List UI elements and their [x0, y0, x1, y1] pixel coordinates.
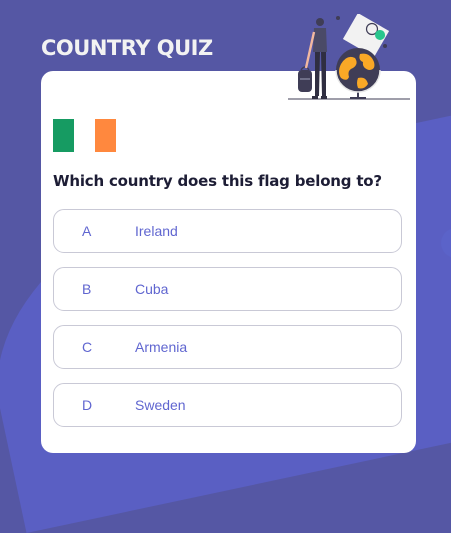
answer-option-b[interactable]: B Cuba	[53, 267, 402, 311]
quiz-title: COUNTRY QUIZ	[41, 36, 213, 60]
answer-letter: C	[82, 339, 93, 355]
person-torso	[313, 28, 327, 52]
answer-letter: D	[82, 397, 93, 413]
answer-text: Cuba	[135, 281, 169, 297]
person-shoe-left	[312, 96, 318, 99]
answer-text: Armenia	[135, 339, 188, 355]
decor-dot	[336, 16, 340, 20]
answer-option-c[interactable]: C Armenia	[53, 325, 402, 369]
person-head	[316, 18, 324, 26]
answer-letter: B	[82, 281, 92, 297]
person-shoe-right	[321, 96, 327, 99]
question-text: Which country does this flag belong to?	[53, 172, 382, 190]
person-leg-left	[315, 52, 320, 96]
answer-option-a[interactable]: A Ireland	[53, 209, 402, 253]
answer-option-d[interactable]: D Sweden	[53, 383, 402, 427]
decor-dot-right	[383, 44, 387, 48]
person-arm	[304, 31, 316, 69]
flag-stripe-green	[53, 119, 74, 152]
answer-letter: A	[82, 223, 92, 239]
backpack-stripe	[300, 78, 310, 80]
person-leg-right	[321, 52, 326, 96]
backpack	[298, 70, 312, 92]
quiz-card: Which country does this flag belong to? …	[41, 71, 416, 453]
flag-image	[53, 119, 116, 152]
flag-stripe-white	[74, 119, 95, 152]
answer-text: Sweden	[135, 397, 186, 413]
flag-stripe-orange	[95, 119, 116, 152]
traveler-globe-illustration	[288, 14, 410, 100]
answer-text: Ireland	[135, 223, 178, 239]
